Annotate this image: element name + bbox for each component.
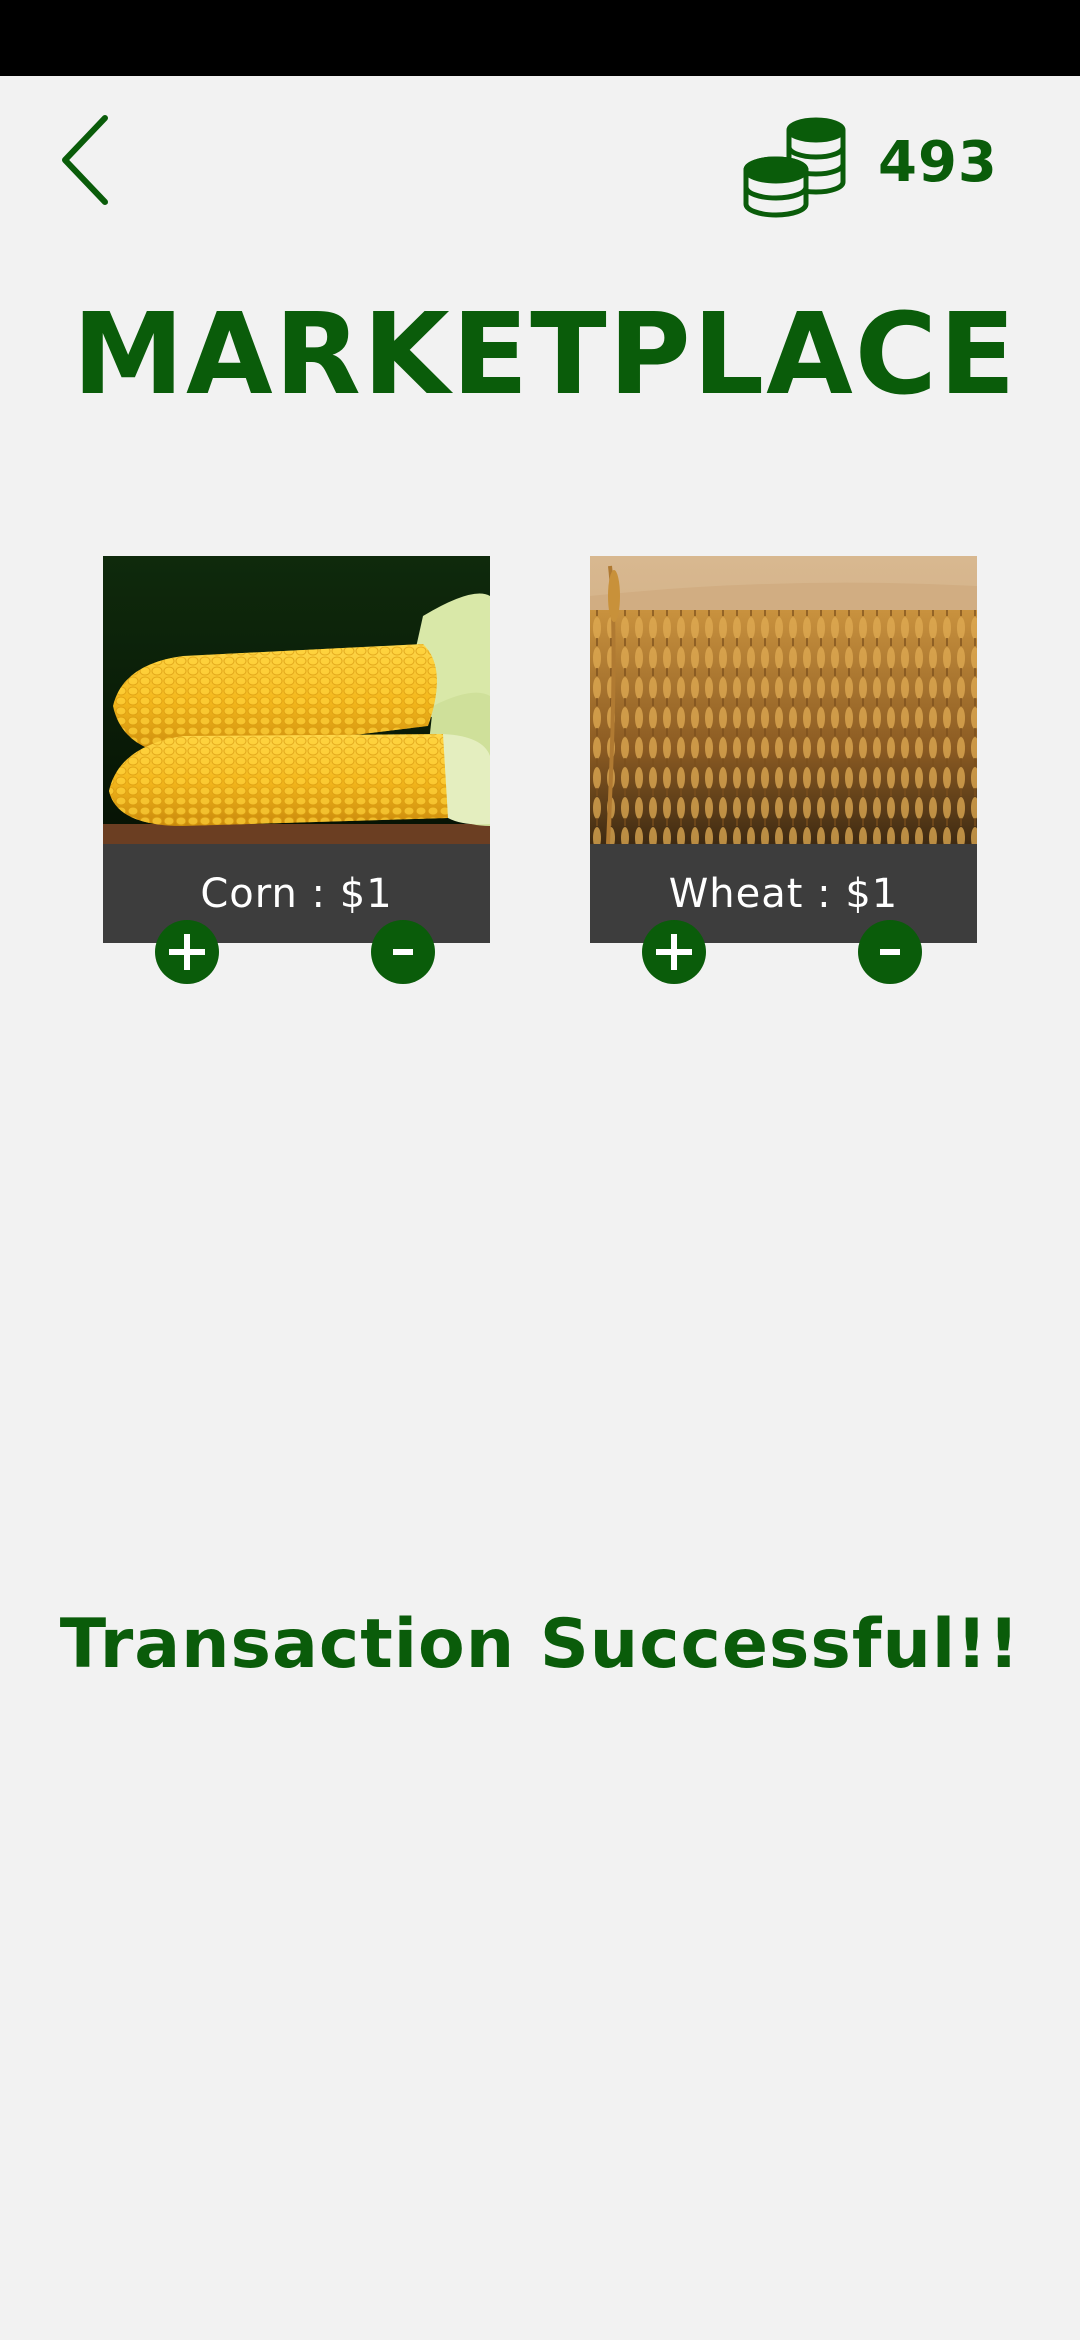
minus-icon <box>880 949 900 955</box>
wheat-remove-button[interactable] <box>858 920 922 984</box>
corn-remove-button[interactable] <box>371 920 435 984</box>
corn-add-button[interactable] <box>155 920 219 984</box>
status-bar <box>0 0 1080 76</box>
wheat-add-button[interactable] <box>642 920 706 984</box>
product-card-wheat: Wheat : $1 <box>590 556 977 943</box>
product-label-wheat: Wheat : $1 <box>590 844 977 943</box>
product-card-corn: Corn : $1 <box>103 556 490 943</box>
minus-icon <box>393 949 413 955</box>
product-label-corn: Corn : $1 <box>103 844 490 943</box>
page-title: MARKETPLACE <box>72 290 1018 420</box>
plus-icon <box>656 934 692 970</box>
coin-balance: 493 <box>878 130 998 195</box>
back-button[interactable] <box>52 110 122 210</box>
corn-cobs-photo <box>103 556 490 844</box>
wheat-field-photo <box>590 556 977 844</box>
chevron-left-icon <box>62 115 108 205</box>
transaction-status-message: Transaction Successful!! <box>59 1605 1021 1684</box>
coins-stack-icon <box>743 117 846 218</box>
plus-icon <box>169 934 205 970</box>
